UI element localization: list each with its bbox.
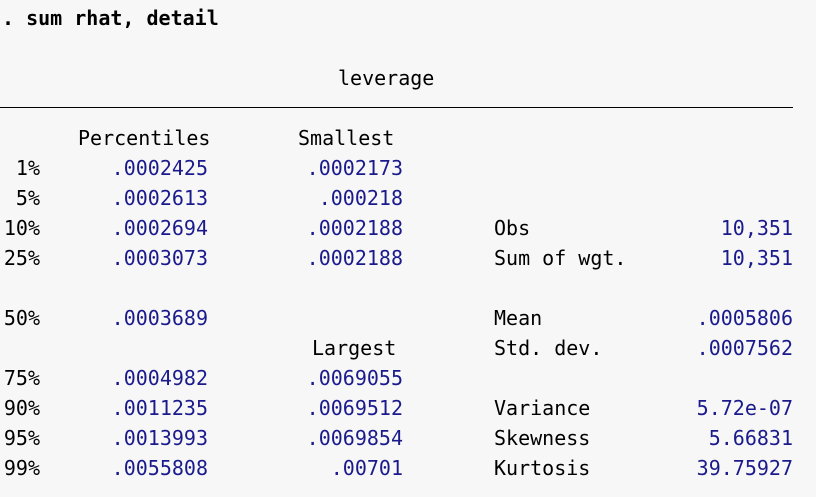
extreme-value: .0069055: [306, 366, 403, 390]
stat-value: 5.72e-07: [696, 396, 793, 420]
percentile-label: 1%: [15, 156, 40, 180]
percentile-label: 99%: [3, 456, 40, 480]
header-rule: [0, 107, 793, 108]
variable-title: leverage: [338, 66, 435, 90]
stat-label: Mean: [494, 306, 543, 330]
percentile-value: .0003073: [111, 246, 208, 270]
percentile-label: 5%: [15, 186, 40, 210]
extreme-value: .000218: [318, 186, 403, 210]
percentile-label: 75%: [3, 366, 40, 390]
percentile-value: .0002425: [111, 156, 208, 180]
percentile-label: 90%: [3, 396, 40, 420]
stat-label: Sum of wgt.: [494, 246, 627, 270]
percentile-label: 95%: [3, 426, 40, 450]
command-line: . sum rhat, detail: [2, 6, 219, 30]
stat-label: Variance: [494, 396, 591, 420]
stat-label: Obs: [494, 216, 531, 240]
stat-value: 10,351: [720, 216, 793, 240]
largest-header: Largest: [312, 336, 397, 360]
stat-value: 10,351: [720, 246, 793, 270]
stat-label: Std. dev.: [494, 336, 603, 360]
percentile-value: .0002613: [111, 186, 208, 210]
stat-value: 5.66831: [708, 426, 793, 450]
extreme-value: .0002173: [306, 156, 403, 180]
percentile-label: 10%: [3, 216, 40, 240]
extreme-value: .0002188: [306, 246, 403, 270]
percentile-label: 50%: [3, 306, 40, 330]
extreme-value: .00701: [330, 456, 403, 480]
percentiles-header: Percentiles: [78, 126, 211, 150]
stat-value: 39.75927: [696, 456, 793, 480]
percentile-value: .0013993: [111, 426, 208, 450]
percentile-value: .0055808: [111, 456, 208, 480]
percentile-value: .0011235: [111, 396, 208, 420]
smallest-header: Smallest: [298, 126, 395, 150]
extreme-value: .0069854: [306, 426, 403, 450]
percentile-value: .0003689: [111, 306, 208, 330]
stat-label: Kurtosis: [494, 456, 591, 480]
percentile-label: 25%: [3, 246, 40, 270]
percentile-value: .0002694: [111, 216, 208, 240]
stat-label: Skewness: [494, 426, 591, 450]
extreme-value: .0002188: [306, 216, 403, 240]
extreme-value: .0069512: [306, 396, 403, 420]
stat-value: .0007562: [696, 336, 793, 360]
stat-value: .0005806: [696, 306, 793, 330]
percentile-value: .0004982: [111, 366, 208, 390]
